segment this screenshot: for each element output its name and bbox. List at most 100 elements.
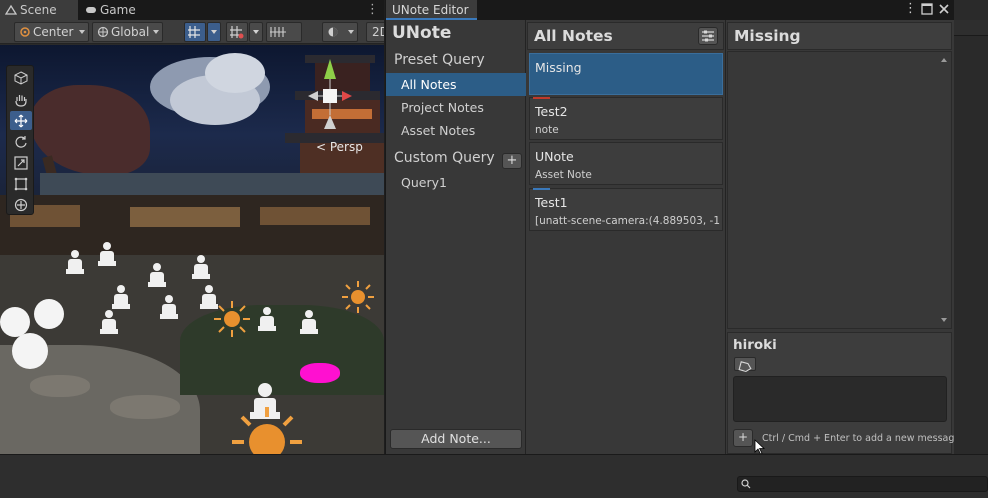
space-dropdown[interactable]: Global (92, 22, 163, 42)
projection-label[interactable]: < Persp (316, 140, 363, 154)
rect-tool-button[interactable] (10, 174, 32, 193)
audio-source-gizmo-icon (192, 255, 210, 281)
unote-editor-window: UNote Editor ⋮ UNote Preset Query All No… (385, 0, 960, 455)
cube-icon (14, 71, 28, 85)
scroll-up-icon[interactable] (941, 58, 947, 62)
maximize-icon[interactable] (921, 3, 933, 15)
increment-snap-button[interactable] (226, 22, 248, 42)
note-card-accent (533, 188, 550, 190)
building-roof (40, 173, 384, 195)
hand-tool-button[interactable] (10, 90, 32, 109)
audio-source-gizmo-icon (100, 310, 118, 336)
note-card-subtitle: Asset Note (535, 169, 592, 181)
scene-menu-icon[interactable]: ⋮ (366, 2, 379, 17)
note-card-title: Test2 (535, 104, 568, 119)
light-gizmo-icon (214, 301, 250, 337)
close-icon[interactable] (938, 3, 950, 15)
message-list[interactable] (727, 51, 952, 329)
query-item-query1[interactable]: Query1 (386, 171, 526, 194)
move-icon (14, 114, 28, 128)
pivot-icon (20, 27, 30, 37)
scene-toolbar: Center Global 2D (0, 20, 384, 44)
add-note-button[interactable]: Add Note... (390, 429, 522, 449)
note-card-subtitle: [unatt-scene-camera:(4.889503, -1.... (535, 215, 721, 227)
2d-label: 2D (372, 25, 384, 39)
tag-icon (738, 361, 752, 372)
window-menu-icon[interactable]: ⋮ (904, 1, 917, 16)
tab-unote-editor[interactable]: UNote Editor (386, 0, 477, 20)
view-tool-button[interactable] (10, 68, 32, 87)
chevron-down-icon (153, 30, 159, 34)
2d-toggle[interactable]: 2D (366, 22, 384, 42)
note-card[interactable]: Test1 [unatt-scene-camera:(4.889503, -1.… (529, 188, 723, 231)
note-detail-panel: Missing hiroki + Ctrl / Cmd + Enter to a… (727, 20, 960, 454)
message-input[interactable] (733, 376, 947, 422)
scale-icon (14, 156, 28, 170)
add-custom-query-button[interactable]: + (502, 153, 522, 169)
shortcut-hint: Ctrl / Cmd + Enter to add a new message (762, 433, 961, 444)
window (130, 207, 240, 227)
scene-viewport[interactable]: < Persp (0, 45, 384, 454)
audio-source-gizmo-icon (112, 285, 130, 311)
app-title: UNote (392, 23, 452, 43)
audio-source-gizmo-icon (258, 307, 276, 333)
shading-dropdown[interactable] (322, 22, 358, 42)
rotate-tool-button[interactable] (10, 132, 32, 151)
note-card-title: Missing (535, 60, 582, 75)
audio-source-gizmo-icon (148, 263, 166, 289)
query-item-asset-notes[interactable]: Asset Notes (386, 119, 526, 142)
sphere-gizmo (12, 333, 48, 369)
grid-snap-dropdown[interactable] (207, 22, 221, 42)
rotate-icon (15, 136, 27, 148)
note-card-accent (533, 97, 550, 99)
shrubs (180, 305, 384, 395)
plus-icon: + (737, 430, 749, 444)
tag-button[interactable] (734, 357, 756, 372)
scale-tool-button[interactable] (10, 153, 32, 172)
note-list-header: All Notes (527, 22, 724, 50)
filter-button[interactable] (698, 27, 718, 45)
gamepad-icon (86, 7, 96, 13)
audio-source-gizmo-icon (300, 310, 318, 336)
transform-tool-button[interactable] (10, 195, 32, 214)
editor-tabbar: UNote Editor ⋮ (386, 0, 954, 20)
sliders-icon (702, 30, 714, 42)
hand-icon (15, 95, 27, 107)
scroll-down-icon[interactable] (941, 318, 947, 322)
space-label: Global (111, 25, 150, 39)
snap-icon (230, 26, 244, 39)
grid-snap-button[interactable] (184, 22, 206, 42)
custom-query-heading: Custom Query (394, 150, 495, 166)
rock (110, 395, 180, 419)
note-detail-title: Missing (734, 27, 801, 45)
author-name: hiroki (733, 337, 777, 353)
query-item-all-notes[interactable]: All Notes (386, 73, 526, 96)
audio-source-gizmo-icon (66, 250, 84, 276)
note-list-panel: All Notes Missing Test2 note UNote Asset… (527, 20, 726, 454)
cloud (205, 53, 265, 93)
add-message-button[interactable]: + (733, 429, 753, 447)
pivot-label: Center (33, 25, 74, 39)
bottom-search-field[interactable] (737, 476, 988, 492)
audio-source-gizmo-icon (98, 242, 116, 268)
rock (30, 375, 90, 397)
note-list-title: All Notes (534, 27, 613, 45)
background-panel-header (954, 20, 988, 36)
tab-game[interactable]: Game (80, 0, 150, 20)
move-tool-button[interactable] (10, 111, 32, 130)
note-card[interactable]: UNote Asset Note (529, 142, 723, 185)
increment-snap-dropdown[interactable] (249, 22, 263, 42)
sphere-gizmo (34, 299, 64, 329)
pivot-dropdown[interactable]: Center (14, 22, 89, 42)
note-card[interactable]: Missing (529, 53, 723, 95)
grid-visibility-button[interactable] (266, 22, 302, 42)
scene-window: Scene Game ⋮ Center Global 2 < Persp (0, 0, 384, 454)
note-card-title: Test1 (535, 195, 568, 210)
query-item-project-notes[interactable]: Project Notes (386, 96, 526, 119)
note-card[interactable]: Test2 note (529, 97, 723, 140)
grid-icon (188, 26, 200, 38)
scene-icon (5, 4, 17, 15)
tab-scene[interactable]: Scene (0, 0, 78, 20)
mouse-cursor-icon (754, 439, 766, 455)
shading-icon (328, 27, 338, 37)
